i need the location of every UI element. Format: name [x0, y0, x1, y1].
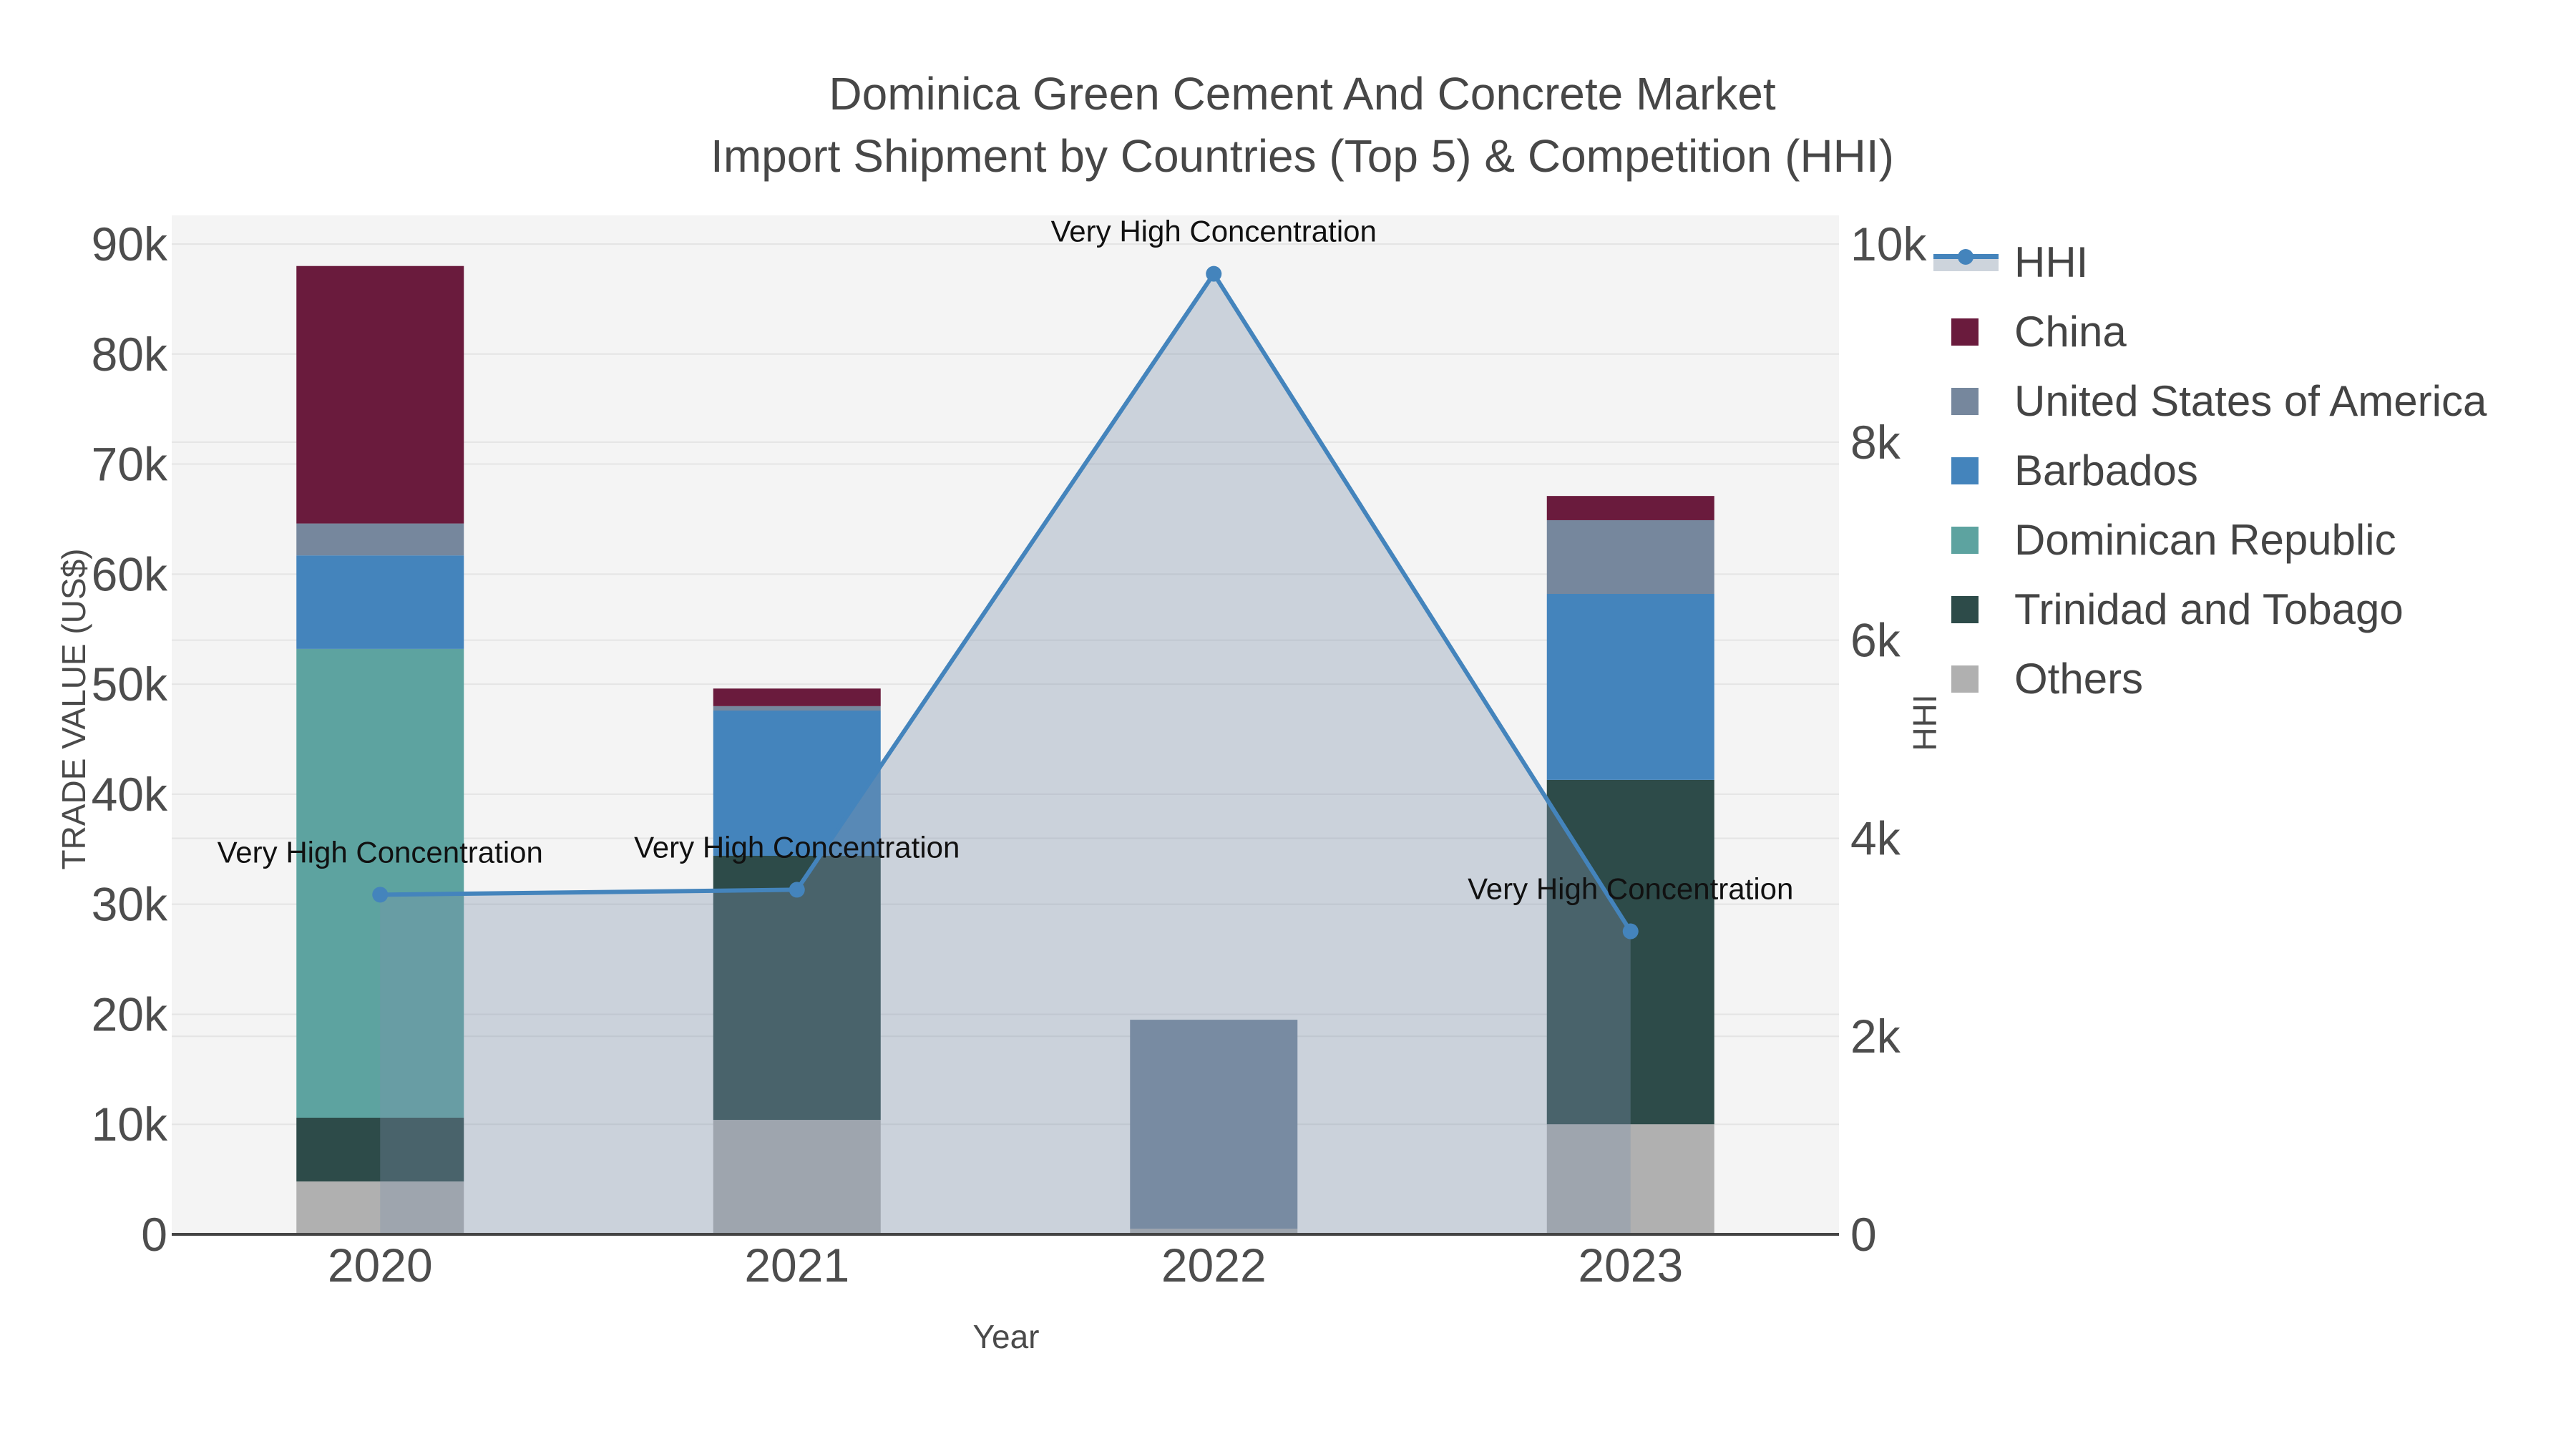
hhi-line-swatch [1933, 248, 1999, 276]
hhi-marker-2021[interactable] [789, 882, 805, 898]
chart-title: Dominica Green Cement And Concrete Marke… [711, 63, 1894, 187]
legend-swatch-barbados [1951, 457, 1979, 484]
y-left-tick-0: 0 [141, 1208, 167, 1261]
legend-swatch-dominican-republic [1951, 526, 1979, 554]
bar-barbados-2023[interactable] [1546, 594, 1714, 780]
legend-swatch-united-states-of-america [1951, 387, 1979, 415]
legend-item-others[interactable]: Others [1933, 644, 2487, 713]
legend-item-barbados[interactable]: Barbados [1933, 436, 2487, 505]
annotation-very-high-concentration-2021: Very High Concentration [634, 830, 960, 864]
y-right-tick-10k: 10k [1850, 218, 1927, 270]
legend-swatch-trinidad-and-tobago [1951, 595, 1979, 623]
annotation-very-high-concentration-2022: Very High Concentration [1051, 215, 1377, 248]
y-left-tick-90k: 90k [92, 218, 168, 270]
y-right-tick-0: 0 [1850, 1208, 1877, 1261]
legend-item-china[interactable]: China [1933, 297, 2487, 366]
legend-label-hhi: HHI [2014, 238, 2089, 286]
y-right-tick-2k: 2k [1850, 1010, 1901, 1063]
bar-united-states-of-america-2021[interactable] [713, 706, 881, 711]
y-left-tick-60k: 60k [92, 547, 168, 600]
y-left-tick-20k: 20k [92, 987, 168, 1040]
legend-swatch-china [1951, 318, 1979, 346]
hhi-marker-2023[interactable] [1622, 923, 1639, 940]
legend-item-united-states-of-america[interactable]: United States of America [1933, 366, 2487, 436]
legend-label-dominican-republic: Dominican Republic [2014, 516, 2396, 564]
y-left-tick-10k: 10k [92, 1098, 168, 1151]
legend-label-united-states-of-america: United States of America [2014, 377, 2487, 425]
y-right-tick-8k: 8k [1850, 416, 1901, 469]
legend-label-others: Others [2014, 655, 2144, 703]
bar-united-states-of-america-2023[interactable] [1546, 519, 1714, 595]
hhi-marker-swatch-dot [1958, 248, 1974, 265]
legend-label-barbados: Barbados [2014, 447, 2198, 494]
x-tick-2023: 2023 [1578, 1239, 1683, 1292]
x-tick-2020: 2020 [328, 1239, 433, 1292]
bar-china-2023[interactable] [1546, 496, 1714, 520]
chart-title-line2: Import Shipment by Countries (Top 5) & C… [711, 130, 1894, 182]
bar-united-states-of-america-2020[interactable] [296, 523, 464, 556]
chart-canvas: Very High Concentration Very High Concent… [92, 215, 1928, 1292]
y-left-tick-80k: 80k [92, 328, 168, 381]
bar-barbados-2020[interactable] [296, 555, 464, 649]
legend-item-dominican-republic[interactable]: Dominican Republic [1933, 505, 2487, 575]
y-left-tick-50k: 50k [92, 658, 168, 711]
figure: Dominica Green Cement And Concrete Marke… [0, 0, 2576, 1449]
hhi-marker-2022[interactable] [1206, 265, 1222, 282]
legend: HHI China United States of America Barbados… [1933, 228, 2487, 713]
y-left-tick-40k: 40k [92, 768, 168, 821]
y-right-tick-6k: 6k [1850, 614, 1901, 667]
y-right-tick-4k: 4k [1850, 811, 1901, 864]
x-tick-2022: 2022 [1161, 1239, 1267, 1292]
hhi-marker-2020[interactable] [372, 887, 389, 903]
chart-title-line1: Dominica Green Cement And Concrete Marke… [829, 68, 1776, 119]
y-left-tick-70k: 70k [92, 438, 168, 491]
y-axis-title-left: TRADE VALUE (US$) [55, 548, 92, 870]
x-tick-2021: 2021 [744, 1239, 849, 1292]
bar-china-2020[interactable] [296, 265, 464, 524]
legend-item-trinidad-and-tobago[interactable]: Trinidad and Tobago [1933, 575, 2487, 644]
x-axis-title: Year [972, 1318, 1040, 1355]
y-left-tick-30k: 30k [92, 878, 168, 931]
annotation-very-high-concentration-2023: Very High Concentration [1468, 872, 1793, 906]
legend-label-trinidad-and-tobago: Trinidad and Tobago [2014, 585, 2404, 633]
annotation-very-high-concentration-2020: Very High Concentration [218, 835, 543, 869]
bar-china-2021[interactable] [713, 688, 881, 706]
legend-item-hhi[interactable]: HHI [1933, 228, 2487, 297]
legend-swatch-others [1951, 665, 1979, 693]
legend-label-china: China [2014, 308, 2127, 356]
